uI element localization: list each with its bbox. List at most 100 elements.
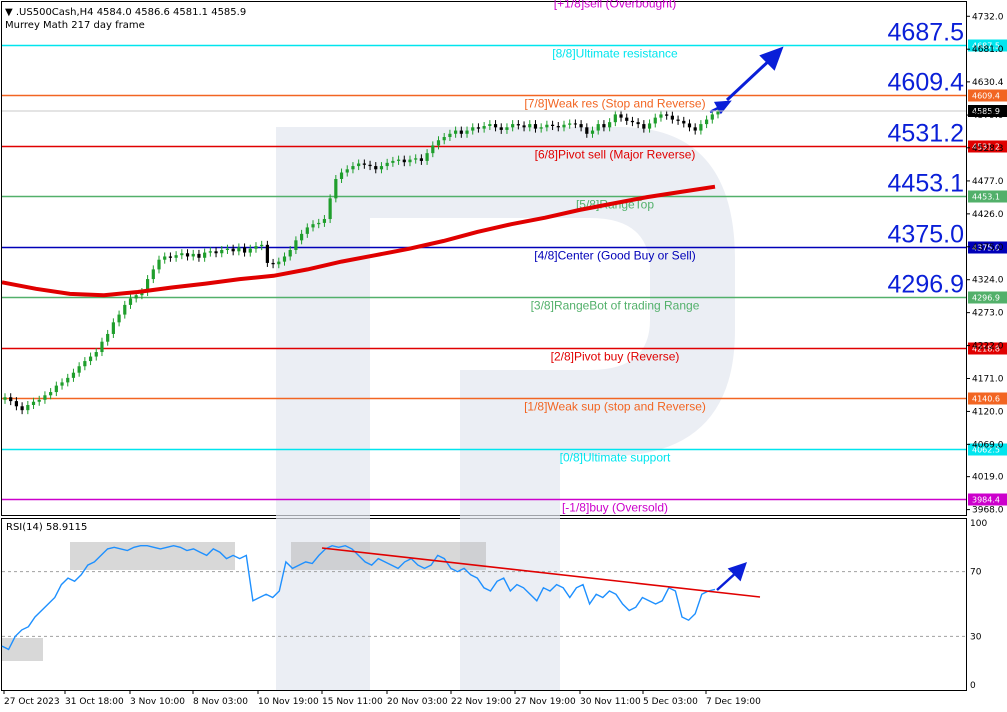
candle-body <box>488 124 492 127</box>
murrey-level-10-label: [-1/8]buy (Oversold) <box>562 501 668 515</box>
candle-body <box>231 248 235 252</box>
candle-body <box>391 160 395 163</box>
candle-body <box>602 124 606 128</box>
candle-body <box>111 322 115 334</box>
candle-body <box>71 372 76 378</box>
candle-body <box>185 253 190 257</box>
candle-body <box>357 163 361 167</box>
price-tick: 4171.0 <box>972 375 1004 385</box>
murrey-level-0-label: [+1/8]sell (Overbought) <box>554 0 676 11</box>
candle-body <box>128 298 133 305</box>
candle-body <box>396 159 401 161</box>
candle-body <box>317 222 321 225</box>
candle-body <box>465 130 469 134</box>
candle-body <box>511 124 515 128</box>
candle-body <box>499 127 503 130</box>
candle-body <box>9 397 13 402</box>
candle-body <box>539 127 543 129</box>
price-arrow <box>725 46 784 102</box>
candle-body <box>436 140 441 146</box>
murrey-level-5-label: [4/8]Center (Good Buy or Sell) <box>534 249 695 263</box>
candle-body <box>134 295 138 299</box>
candle-body <box>425 153 429 161</box>
candle-body <box>3 397 7 400</box>
candle-body <box>505 127 509 130</box>
time-tick: 15 Nov 11:00 <box>322 697 383 707</box>
candle-body <box>408 159 412 163</box>
candle-body <box>716 111 720 115</box>
candle-body <box>106 333 110 342</box>
candle-body <box>151 269 155 280</box>
candle-body <box>590 130 595 134</box>
candle-body <box>345 169 349 173</box>
candle-body <box>83 361 87 367</box>
candle-body <box>208 251 212 253</box>
candle-body <box>362 163 366 165</box>
candle-body <box>448 133 452 138</box>
candle-body <box>54 385 58 393</box>
murrey-level-7-label: [2/8]Pivot buy (Reverse) <box>551 350 680 364</box>
price-tick: 4120.0 <box>972 407 1004 417</box>
candle-body <box>522 125 526 128</box>
candle-body <box>699 124 703 131</box>
candle-body <box>676 119 680 121</box>
time-tick: 30 Nov 11:00 <box>580 697 641 707</box>
candle-body <box>476 127 481 129</box>
price-tick: 4324.0 <box>972 276 1004 286</box>
candle-body <box>704 119 709 125</box>
candle-body <box>613 114 617 123</box>
candle-body <box>516 124 520 126</box>
murrey-level-6-label: [3/8]RangeBot of trading Range <box>531 299 700 313</box>
rsi-box-2 <box>70 542 235 570</box>
time-tick: 27 Nov 19:00 <box>515 697 576 707</box>
candle-body <box>642 124 646 129</box>
murrey-level-2-label: [7/8]Weak res (Stop and Reverse) <box>524 97 705 111</box>
candle-body <box>545 124 549 128</box>
candle-body <box>43 395 47 400</box>
candle-body <box>277 261 281 265</box>
rsi-tick: 30 <box>970 632 982 642</box>
murrey-level-9-label: [0/8]Ultimate support <box>560 451 671 465</box>
candle-body <box>687 123 692 128</box>
murrey-level-6-big-label: 4296.9 <box>888 271 964 299</box>
candle-body <box>682 120 686 124</box>
candle-body <box>88 356 93 362</box>
candle-body <box>379 166 384 170</box>
candle-body <box>94 352 98 357</box>
candle-body <box>482 126 486 129</box>
indicator-name: Murrey Math 217 day frame <box>5 20 145 31</box>
candle-body <box>254 246 258 249</box>
rsi-axis: 100 70 30 0 <box>970 519 987 691</box>
time-tick: 3 Nov 10:00 <box>130 697 185 707</box>
candle-body <box>265 244 269 263</box>
candle-body <box>608 122 612 128</box>
candle-body <box>431 145 435 154</box>
rsi-tick: 0 <box>970 681 976 691</box>
candle-body <box>665 114 669 116</box>
candle-body <box>619 114 623 118</box>
candle-body <box>197 253 201 258</box>
candle-body <box>100 341 104 353</box>
price-tick: 4273.0 <box>972 309 1004 319</box>
candle-body <box>37 399 41 402</box>
candle-body <box>414 158 418 160</box>
rsi-tick: 100 <box>970 519 987 529</box>
candle-body <box>573 123 577 125</box>
candle-body <box>294 240 298 251</box>
candle-body <box>191 253 195 257</box>
time-tick: 10 Nov 19:00 <box>258 697 319 707</box>
candle-body <box>670 115 674 120</box>
candle-body <box>271 262 275 265</box>
rsi-tick: 70 <box>970 568 982 578</box>
time-tick: 22 Nov 19:00 <box>451 697 512 707</box>
candle-body <box>493 124 498 128</box>
rsi-arrow <box>716 562 747 591</box>
candle-body <box>123 304 127 315</box>
candle-body <box>568 123 572 125</box>
candle-body <box>242 247 247 253</box>
candle-body <box>168 256 173 258</box>
candle-body <box>454 130 458 134</box>
price-tick: 4019.0 <box>972 473 1004 483</box>
candle-body <box>419 158 423 161</box>
candle-body <box>157 259 161 270</box>
